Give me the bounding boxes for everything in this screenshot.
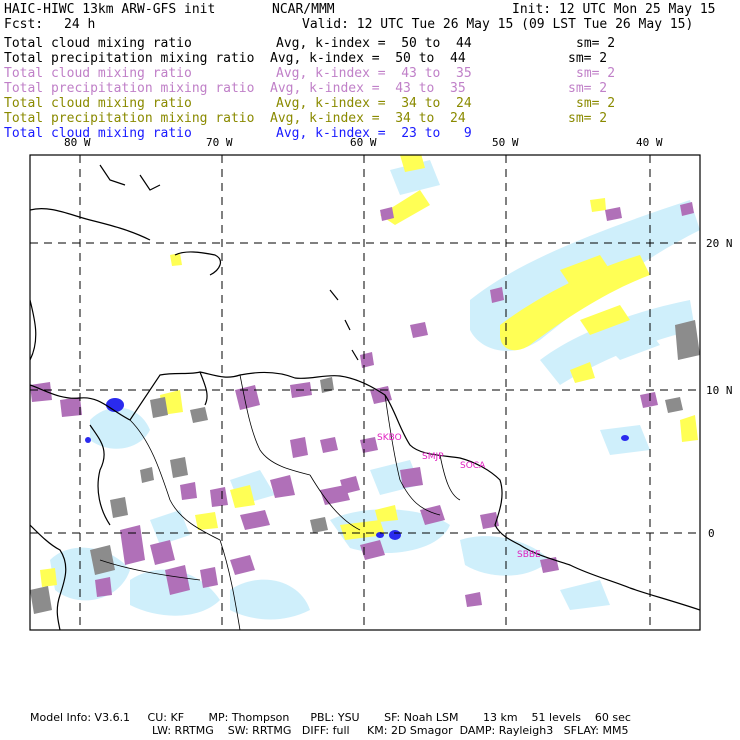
lon-label: 80 W — [64, 136, 91, 149]
lon-label: 40 W — [636, 136, 663, 149]
station-label: SOCA — [460, 461, 486, 471]
station-label: SBBE — [517, 550, 541, 560]
station-label: SMJP — [422, 452, 444, 462]
lon-label: 50 W — [492, 136, 519, 149]
forecast-map: 80 W 70 W 60 W 50 W 40 W 20 N 10 N 0 SKB… — [29, 136, 733, 631]
lat-label: 20 N — [706, 237, 733, 250]
model-info-line2: LW: RRTMG SW: RRTMG DIFF: full KM: 2D Sm… — [152, 724, 629, 737]
station-label: SKBO — [377, 433, 402, 443]
lat-label: 10 N — [706, 384, 733, 397]
model-info-line1: Model Info: V3.6.1 CU: KF MP: Thompson P… — [30, 711, 631, 724]
lon-label: 60 W — [350, 136, 377, 149]
lat-label: 0 — [708, 527, 715, 540]
lon-label: 70 W — [206, 136, 233, 149]
yellow-patches — [40, 155, 698, 587]
